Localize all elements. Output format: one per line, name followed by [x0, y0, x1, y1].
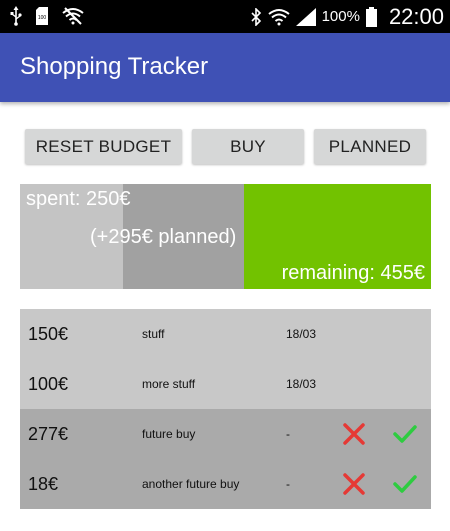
- confirm-icon[interactable]: [392, 409, 418, 459]
- item-date: -: [286, 427, 290, 441]
- item-amount: 150€: [28, 324, 69, 344]
- item-description: stuff: [142, 327, 165, 341]
- item-date: 18/03: [286, 327, 317, 341]
- battery-percent: 100%: [321, 8, 360, 25]
- spent-label: spent: 250€: [26, 188, 131, 210]
- cancel-icon[interactable]: [342, 409, 366, 459]
- item-description: future buy: [142, 427, 196, 441]
- app-bar: Shopping Tracker: [0, 33, 450, 102]
- budget-bar: spent: 250€ (+295€ planned) remaining: 4…: [20, 184, 431, 289]
- purchase-list: 150€ stuff 18/03 100€ more stuff 18/03 2…: [20, 309, 431, 510]
- wifi-icon: [267, 8, 290, 25]
- status-left-icons: 100: [10, 6, 84, 26]
- status-right-icons: 100% 22:00: [250, 0, 444, 33]
- svg-text:100: 100: [38, 15, 47, 21]
- battery-icon: [365, 6, 377, 27]
- usb-icon: [10, 6, 22, 26]
- list-item[interactable]: 18€ another future buy -: [20, 459, 431, 509]
- clock: 22:00: [388, 3, 444, 29]
- sd-card-icon: 100: [36, 7, 48, 25]
- buy-button[interactable]: BUY: [192, 129, 304, 164]
- item-description: another future buy: [142, 477, 240, 491]
- confirm-icon[interactable]: [392, 459, 418, 509]
- wifi-off-icon: [62, 7, 84, 25]
- list-item[interactable]: 150€ stuff 18/03: [20, 309, 431, 359]
- list-item[interactable]: 100€ more stuff 18/03: [20, 359, 431, 409]
- remaining-label: remaining: 455€: [281, 262, 425, 284]
- reset-budget-button[interactable]: RESET BUDGET: [25, 129, 182, 164]
- status-bar: 100 100% 22:00: [0, 0, 450, 33]
- cancel-icon[interactable]: [342, 459, 366, 509]
- planned-button[interactable]: PLANNED: [314, 129, 426, 164]
- item-amount: 100€: [28, 374, 69, 394]
- item-date: 18/03: [286, 377, 317, 391]
- item-date: -: [286, 477, 290, 491]
- app-title: Shopping Tracker: [20, 53, 209, 80]
- bluetooth-icon: [250, 7, 261, 26]
- planned-label: (+295€ planned): [90, 226, 237, 248]
- item-description: more stuff: [142, 377, 196, 391]
- list-item[interactable]: 277€ future buy -: [20, 409, 431, 459]
- item-amount: 18€: [28, 474, 59, 494]
- signal-icon: [295, 7, 316, 26]
- item-amount: 277€: [28, 424, 69, 444]
